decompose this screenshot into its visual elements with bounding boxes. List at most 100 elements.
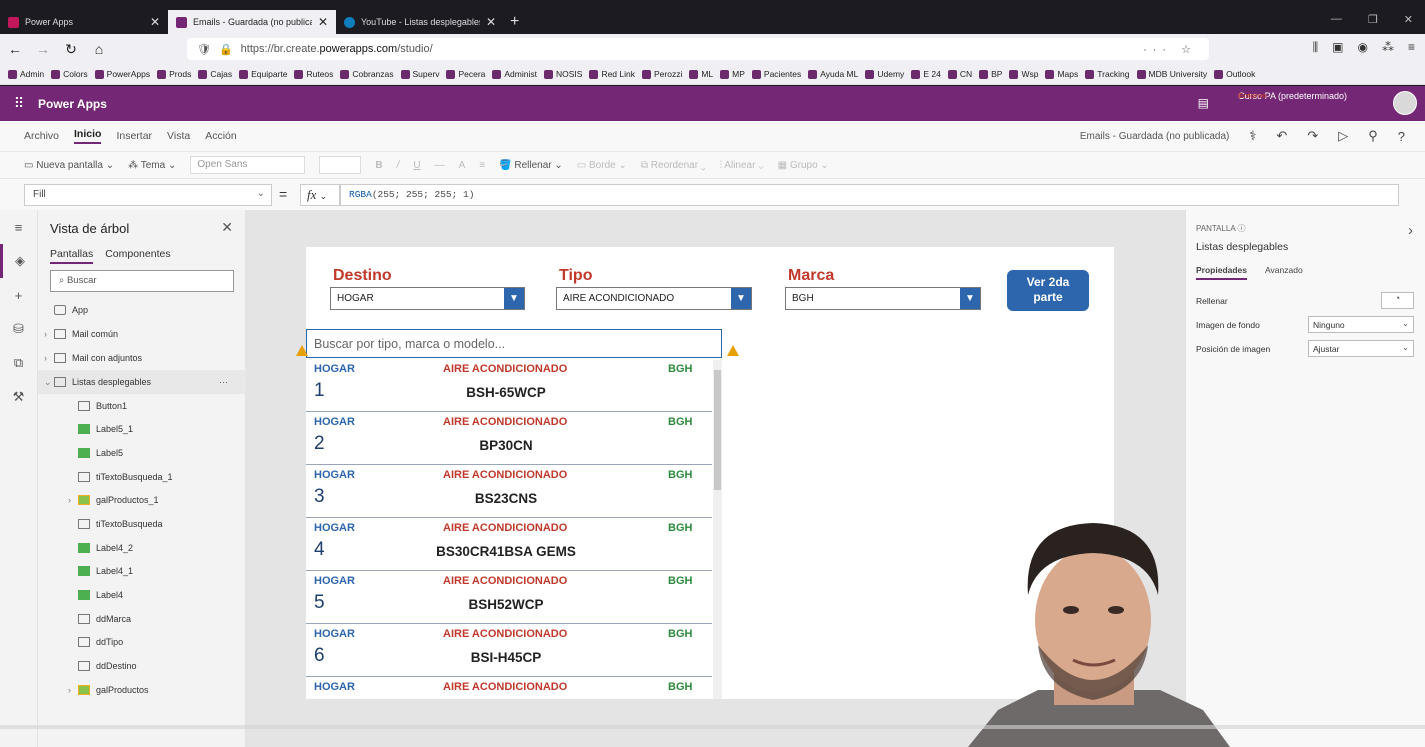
back-icon[interactable]: ← bbox=[6, 41, 24, 57]
bookmark-item[interactable]: Maps bbox=[1045, 69, 1078, 79]
gallery-item[interactable]: HOGAR AIRE ACONDICIONADO BGH 5 BSH52WCP bbox=[306, 572, 712, 624]
menu-insertar[interactable]: Insertar bbox=[116, 130, 152, 142]
gallery-item[interactable]: HOGAR AIRE ACONDICIONADO BGH 6 BSI-H45CP bbox=[306, 625, 712, 677]
label-destino[interactable]: Destino bbox=[333, 267, 392, 285]
redo-icon[interactable]: ↷ bbox=[1307, 128, 1318, 144]
chevron-icon[interactable]: ⌄ bbox=[44, 377, 54, 388]
font-color-icon[interactable]: A bbox=[459, 160, 466, 171]
warning-icon[interactable] bbox=[727, 345, 739, 356]
bookmark-item[interactable]: Perozzi bbox=[642, 69, 682, 79]
underline-icon[interactable]: U bbox=[413, 160, 420, 171]
tree-item[interactable]: Label5_1 bbox=[38, 417, 246, 441]
theme-button[interactable]: ⁂ Tema ⌄ bbox=[128, 160, 176, 171]
restore-icon[interactable]: ❐ bbox=[1368, 13, 1378, 26]
bookmark-item[interactable]: Cajas bbox=[198, 69, 232, 79]
share-icon[interactable]: ⚲ bbox=[1368, 128, 1378, 144]
fill-button[interactable]: 🪣 Rellenar ⌄ bbox=[499, 160, 563, 171]
app-checker-icon[interactable]: ⚕ bbox=[1249, 128, 1256, 144]
tree-item[interactable]: Button1 bbox=[38, 394, 246, 418]
tab-pantallas[interactable]: Pantallas bbox=[50, 248, 94, 264]
tree-item[interactable]: ddTipo bbox=[38, 630, 246, 654]
chevron-icon[interactable]: › bbox=[68, 685, 78, 695]
warning-icon[interactable] bbox=[296, 345, 308, 356]
scrollbar-thumb[interactable] bbox=[714, 370, 721, 490]
formula-input[interactable]: RGBA(255; 255; 255; 1) bbox=[340, 184, 1399, 206]
close-window-icon[interactable]: ✕ bbox=[1404, 13, 1413, 26]
gallery-productos[interactable]: HOGAR AIRE ACONDICIONADO BGH 1 BSH-65WCP HOGA… bbox=[306, 360, 722, 699]
tree-item[interactable]: › galProductos_1 bbox=[38, 488, 246, 512]
menu-vista[interactable]: Vista bbox=[167, 130, 190, 142]
ver-2da-parte-button[interactable]: Ver 2da parte bbox=[1007, 270, 1089, 311]
app-launcher-icon[interactable]: ⠿ bbox=[0, 95, 38, 112]
url-bar[interactable]: 🛡 🔒 https://br.create.powerapps.com/stud… bbox=[187, 38, 1209, 60]
dropdown-tipo[interactable]: AIRE ACONDICIONADO ▼ bbox=[556, 287, 752, 310]
bookmark-item[interactable]: Cobranzas bbox=[340, 69, 394, 79]
group-button[interactable]: ▦ Grupo ⌄ bbox=[778, 160, 829, 171]
tree-item[interactable]: Label4 bbox=[38, 583, 246, 607]
bookmark-item[interactable]: E 24 bbox=[911, 69, 941, 79]
home-icon[interactable]: ⌂ bbox=[90, 41, 108, 57]
tree-item[interactable]: › Mail con adjuntos bbox=[38, 346, 246, 370]
fill-color-swatch[interactable]: ◔ bbox=[1381, 292, 1414, 309]
close-tab-icon[interactable]: ✕ bbox=[318, 15, 328, 29]
bold-icon[interactable]: B bbox=[375, 160, 382, 171]
tree-item[interactable]: ddDestino bbox=[38, 654, 246, 678]
align-button[interactable]: ⫶ Alinear ⌄ bbox=[720, 160, 764, 171]
menu-archivo[interactable]: Archivo bbox=[24, 130, 59, 142]
tab-propiedades[interactable]: Propiedades bbox=[1196, 265, 1248, 280]
chevron-icon[interactable]: › bbox=[44, 353, 54, 363]
bookmark-item[interactable]: Wsp bbox=[1009, 69, 1038, 79]
gallery-scrollbar[interactable] bbox=[713, 360, 722, 699]
bookmark-item[interactable]: NOSIS bbox=[543, 69, 582, 79]
fx-button[interactable]: fx ⌄ bbox=[300, 184, 340, 206]
media-icon[interactable]: ⧉ bbox=[0, 346, 37, 380]
data-icon[interactable]: ⛁ bbox=[0, 312, 37, 346]
bookmark-item[interactable]: MP bbox=[720, 69, 745, 79]
tree-item[interactable]: › Mail común bbox=[38, 322, 246, 346]
bookmark-item[interactable]: Equiparte bbox=[239, 69, 287, 79]
bookmark-item[interactable]: MDB University bbox=[1136, 69, 1207, 79]
tab-avanzado[interactable]: Avanzado bbox=[1265, 265, 1303, 280]
tree-item[interactable]: tiTextoBusqueda_1 bbox=[38, 465, 246, 489]
bookmark-item[interactable]: Colors bbox=[51, 69, 88, 79]
library-icon[interactable]: ⫼ bbox=[1313, 40, 1319, 55]
bookmark-item[interactable]: Tracking bbox=[1085, 69, 1130, 79]
close-tab-icon[interactable]: ✕ bbox=[150, 15, 160, 29]
tree-item[interactable]: › galProductos bbox=[38, 678, 246, 702]
hamburger-icon[interactable]: ≡ bbox=[0, 210, 37, 244]
tab-componentes[interactable]: Componentes bbox=[105, 248, 170, 264]
tools-icon[interactable]: ⚒ bbox=[0, 380, 37, 414]
play-icon[interactable]: ▷ bbox=[1338, 128, 1348, 144]
label-marca[interactable]: Marca bbox=[788, 267, 834, 285]
font-size-select[interactable] bbox=[319, 156, 362, 174]
gallery-item[interactable]: HOGAR AIRE ACONDICIONADO BGH 1 BSH-65WCP bbox=[306, 360, 712, 412]
tree-search-input[interactable]: ⌕ Buscar bbox=[50, 270, 234, 292]
forward-icon[interactable]: → bbox=[34, 41, 52, 57]
bookmark-item[interactable]: Superv bbox=[400, 69, 439, 79]
account-icon[interactable]: ◉ bbox=[1358, 40, 1368, 55]
tree-item[interactable]: ⌄ Listas desplegables ··· bbox=[38, 370, 246, 394]
undo-icon[interactable]: ↶ bbox=[1276, 128, 1287, 144]
bookmark-item[interactable]: Administ bbox=[492, 69, 537, 79]
text-align-icon[interactable]: ≡ bbox=[479, 160, 485, 171]
close-icon[interactable]: ✕ bbox=[221, 219, 233, 236]
sidebar-icon[interactable]: ▣ bbox=[1332, 40, 1343, 55]
bookmark-item[interactable]: Udemy bbox=[865, 69, 904, 79]
chevron-icon[interactable]: › bbox=[44, 329, 54, 339]
imgpos-select[interactable]: Ajustar ⌄ bbox=[1308, 340, 1414, 357]
chevron-icon[interactable]: › bbox=[68, 495, 78, 505]
reorder-button[interactable]: ⧉ Reordenar ⌄ bbox=[641, 160, 706, 171]
bookmark-item[interactable]: Admin bbox=[8, 69, 44, 79]
bookmark-item[interactable]: Ayuda ML bbox=[808, 69, 858, 79]
close-tab-icon[interactable]: ✕ bbox=[486, 15, 496, 29]
search-input[interactable]: Buscar por tipo, marca o modelo... bbox=[306, 329, 722, 358]
menu-icon[interactable]: ≡ bbox=[1408, 40, 1415, 55]
strikethrough-icon[interactable]: — bbox=[435, 160, 445, 171]
bookmark-item[interactable]: Outlook bbox=[1214, 69, 1255, 79]
tree-item[interactable]: Label5 bbox=[38, 441, 246, 465]
menu-accion[interactable]: Acción bbox=[205, 130, 237, 142]
chevron-right-icon[interactable]: › bbox=[1408, 222, 1413, 239]
italic-icon[interactable]: / bbox=[397, 160, 400, 171]
bookmark-item[interactable]: BP bbox=[979, 69, 1002, 79]
more-icon[interactable]: ··· bbox=[219, 377, 228, 387]
